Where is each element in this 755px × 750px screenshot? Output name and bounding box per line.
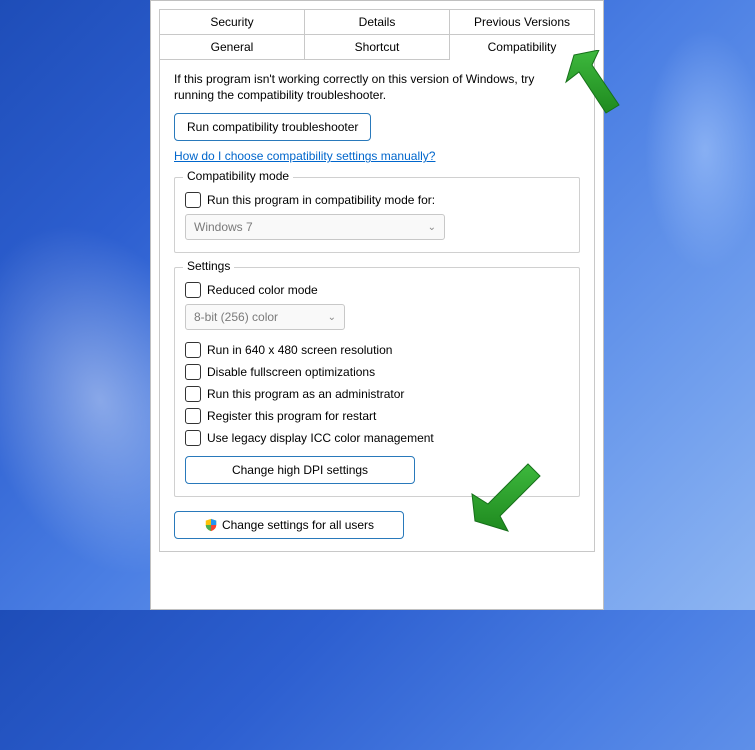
chevron-down-icon: ⌄ — [428, 222, 436, 233]
tabs-container: Security Details Previous Versions Gener… — [151, 1, 603, 552]
run-640-checkbox[interactable] — [185, 342, 201, 358]
tab-compatibility[interactable]: Compatibility — [450, 34, 595, 60]
help-link[interactable]: How do I choose compatibility settings m… — [174, 149, 435, 163]
reduced-color-checkbox[interactable] — [185, 282, 201, 298]
tab-security[interactable]: Security — [159, 9, 305, 34]
intro-text: If this program isn't working correctly … — [174, 71, 580, 103]
compat-mode-label: Run this program in compatibility mode f… — [207, 193, 435, 207]
compat-mode-checkbox[interactable] — [185, 192, 201, 208]
register-restart-label: Register this program for restart — [207, 409, 376, 423]
run-640-label: Run in 640 x 480 screen resolution — [207, 343, 392, 357]
run-admin-label: Run this program as an administrator — [207, 387, 404, 401]
chevron-down-icon: ⌄ — [328, 312, 336, 323]
compat-mode-group: Compatibility mode Run this program in c… — [174, 177, 580, 253]
settings-group: Settings Reduced color mode 8-bit (256) … — [174, 267, 580, 497]
compat-mode-select[interactable]: Windows 7 ⌄ — [185, 214, 445, 240]
run-admin-checkbox[interactable] — [185, 386, 201, 402]
tab-previous-versions[interactable]: Previous Versions — [450, 9, 595, 34]
change-dpi-button[interactable]: Change high DPI settings — [185, 456, 415, 484]
properties-dialog: Security Details Previous Versions Gener… — [150, 0, 604, 610]
change-all-users-button[interactable]: Change settings for all users — [174, 511, 404, 539]
tab-general[interactable]: General — [159, 34, 305, 60]
tab-shortcut[interactable]: Shortcut — [305, 34, 450, 60]
legacy-icc-label: Use legacy display ICC color management — [207, 431, 434, 445]
color-depth-value: 8-bit (256) color — [194, 310, 278, 324]
compat-mode-title: Compatibility mode — [183, 169, 293, 183]
color-depth-select[interactable]: 8-bit (256) color ⌄ — [185, 304, 345, 330]
tab-row-back: Security Details Previous Versions — [159, 9, 595, 34]
register-restart-checkbox[interactable] — [185, 408, 201, 424]
legacy-icc-checkbox[interactable] — [185, 430, 201, 446]
shield-icon — [204, 518, 218, 532]
disable-fullscreen-label: Disable fullscreen optimizations — [207, 365, 375, 379]
change-all-users-label: Change settings for all users — [222, 518, 374, 532]
reduced-color-label: Reduced color mode — [207, 283, 318, 297]
compat-mode-select-value: Windows 7 — [194, 220, 253, 234]
settings-title: Settings — [183, 259, 234, 273]
tab-row-front: General Shortcut Compatibility — [159, 34, 595, 60]
run-troubleshooter-button[interactable]: Run compatibility troubleshooter — [174, 113, 371, 141]
tab-content: If this program isn't working correctly … — [159, 59, 595, 552]
tab-details[interactable]: Details — [305, 9, 450, 34]
disable-fullscreen-checkbox[interactable] — [185, 364, 201, 380]
